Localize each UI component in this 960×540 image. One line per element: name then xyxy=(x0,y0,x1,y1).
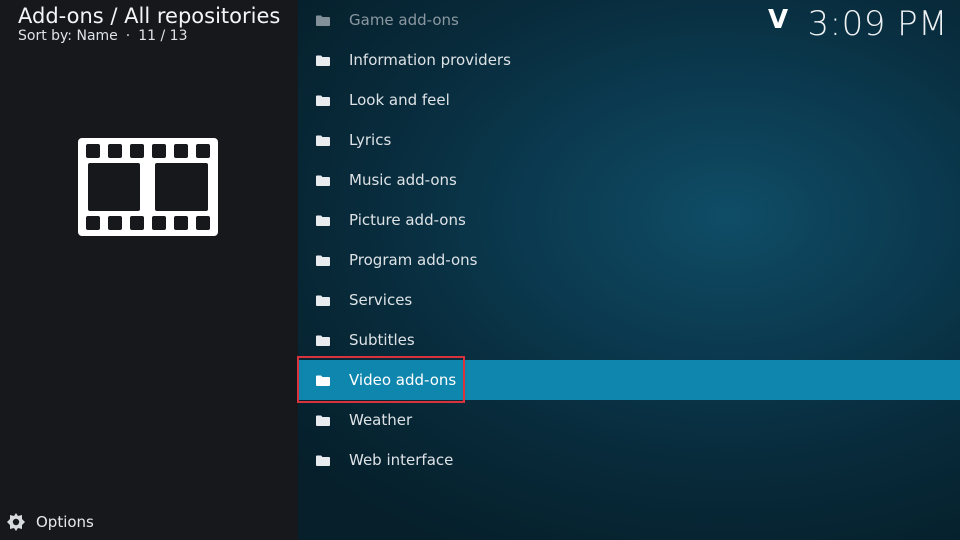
separator: · xyxy=(125,28,131,44)
page-title: Add-ons / All repositories xyxy=(18,4,281,28)
left-panel: Add-ons / All repositories Sort by: Name… xyxy=(0,0,298,540)
list-item-subtitles[interactable]: Subtitles xyxy=(298,320,960,360)
category-list: Game add-ons Information providers Look … xyxy=(298,0,960,540)
list-item-picture-addons[interactable]: Picture add-ons xyxy=(298,200,960,240)
folder-icon xyxy=(316,55,330,66)
folder-icon xyxy=(316,135,330,146)
folder-icon xyxy=(316,335,330,346)
sort-label[interactable]: Sort by: Name xyxy=(18,28,118,44)
list-item-information-providers[interactable]: Information providers xyxy=(298,40,960,80)
folder-icon xyxy=(316,295,330,306)
kodi-screen: Add-ons / All repositories Sort by: Name… xyxy=(0,0,960,540)
folder-icon xyxy=(316,415,330,426)
list-item-video-addons[interactable]: Video add-ons xyxy=(298,360,960,400)
list-item-label: Program add-ons xyxy=(349,251,478,269)
list-item-label: Video add-ons xyxy=(349,371,457,389)
list-item-weather[interactable]: Weather xyxy=(298,400,960,440)
list-item-label: Services xyxy=(349,291,413,309)
list-item-game-addons[interactable]: Game add-ons xyxy=(298,0,960,40)
folder-icon xyxy=(316,95,330,106)
folder-icon xyxy=(316,215,330,226)
options-gear-icon xyxy=(7,513,25,531)
list-item-look-and-feel[interactable]: Look and feel xyxy=(298,80,960,120)
list-item-services[interactable]: Services xyxy=(298,280,960,320)
options-label: Options xyxy=(36,513,94,531)
folder-icon xyxy=(316,175,330,186)
film-strip-icon xyxy=(78,138,218,236)
list-item-label: Weather xyxy=(349,411,413,429)
folder-icon xyxy=(316,375,330,386)
list-item-music-addons[interactable]: Music add-ons xyxy=(298,160,960,200)
sort-info: Sort by: Name · 11 / 13 xyxy=(18,28,187,44)
list-item-label: Picture add-ons xyxy=(349,211,466,229)
list-item-web-interface[interactable]: Web interface xyxy=(298,440,960,480)
item-position: 11 / 13 xyxy=(138,28,188,44)
list-item-label: Subtitles xyxy=(349,331,415,349)
options-button[interactable]: Options xyxy=(6,510,94,534)
folder-icon xyxy=(316,15,330,26)
list-item-lyrics[interactable]: Lyrics xyxy=(298,120,960,160)
folder-icon xyxy=(316,255,330,266)
list-item-program-addons[interactable]: Program add-ons xyxy=(298,240,960,280)
list-item-label: Information providers xyxy=(349,51,511,69)
list-item-label: Look and feel xyxy=(349,91,450,109)
folder-icon xyxy=(316,455,330,466)
list-item-label: Game add-ons xyxy=(349,11,459,29)
list-item-label: Music add-ons xyxy=(349,171,457,189)
list-item-label: Lyrics xyxy=(349,131,392,149)
list-item-label: Web interface xyxy=(349,451,454,469)
